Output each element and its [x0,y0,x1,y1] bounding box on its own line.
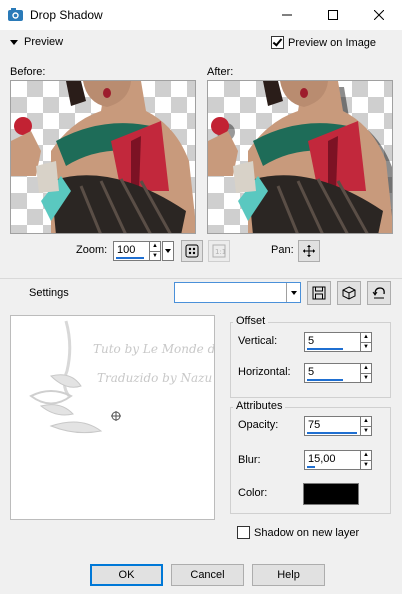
zoom-fit-button[interactable] [181,240,203,262]
zoom-label: Zoom: [76,244,108,256]
shadow-color-swatch[interactable] [303,483,359,505]
app-icon [8,8,23,21]
vertical-label: Vertical: [238,335,278,347]
offset-title: Offset [233,315,269,327]
zoom-actual-size-button[interactable]: 1:1 [208,240,230,262]
blur-slider-bar[interactable] [307,466,315,468]
preset-dropdown-button[interactable] [286,283,300,302]
shadow-direction-canvas[interactable]: Tuto by Le Monde de Bea Traduzido by Naz… [10,315,215,520]
zoom-fit-icon [185,244,199,258]
zoom-value: 100 [117,244,136,256]
reset-icon [372,287,385,299]
preview-on-image-label: Preview on Image [288,36,377,49]
spin-down-icon[interactable]: ▼ [361,459,371,470]
shadow-new-layer-label: Shadow on new layer [254,526,360,539]
preview-on-image-checkbox[interactable]: Preview on Image [271,36,376,49]
blur-spinner[interactable]: ▲ ▼ [360,451,371,469]
checkmark-icon [272,36,283,47]
close-icon [374,10,384,20]
vertical-spinner[interactable]: ▲ ▼ [360,333,371,351]
watermark-line1: Tuto by Le Monde de Bea [93,342,215,356]
after-preview[interactable] [207,80,393,234]
spin-down-icon[interactable]: ▼ [150,250,160,261]
spin-up-icon[interactable]: ▲ [361,417,371,426]
before-label: Before: [10,66,46,78]
opacity-spinner[interactable]: ▲ ▼ [360,417,371,435]
pan-button[interactable] [298,240,320,262]
help-button[interactable]: Help [252,564,325,586]
maximize-button[interactable] [310,0,356,30]
dropdown-arrow-icon [165,249,171,253]
preset-combobox[interactable] [174,282,301,303]
spin-down-icon[interactable]: ▼ [361,372,371,383]
zoom-input[interactable]: 100 ▲ ▼ [113,241,161,261]
opacity-label: Opacity: [238,419,279,431]
spin-up-icon[interactable]: ▲ [361,333,371,342]
cancel-button[interactable]: Cancel [171,564,244,586]
pan-move-icon [303,245,315,257]
vertical-input[interactable]: 5 ▲ ▼ [304,332,372,352]
watermark-line2: Traduzido by Nazu Nobais [97,371,214,385]
preview-toggle[interactable]: Preview [10,36,63,48]
horizontal-value: 5 [308,366,315,378]
spin-up-icon[interactable]: ▲ [361,364,371,373]
horizontal-slider-bar[interactable] [307,379,343,381]
randomize-button[interactable] [337,281,361,305]
checkbox-box [237,526,250,539]
save-preset-button[interactable] [307,281,331,305]
ok-button[interactable]: OK [90,564,163,586]
zoom-dropdown-button[interactable] [162,241,174,261]
zoom-spinner[interactable]: ▲ ▼ [149,242,160,260]
settings-label: Settings [29,287,69,299]
color-label: Color: [238,487,268,499]
after-label: After: [207,66,234,78]
vertical-slider-bar[interactable] [307,348,343,350]
spin-up-icon[interactable]: ▲ [361,451,371,460]
minimize-icon [282,14,292,16]
horizontal-label: Horizontal: [238,366,291,378]
opacity-input[interactable]: 75 ▲ ▼ [304,416,372,436]
dropdown-arrow-icon [290,290,297,295]
attributes-title: Attributes [233,400,286,412]
collapse-arrow-icon [10,39,18,45]
checkbox-box [271,36,284,49]
maximize-icon [328,10,338,20]
blur-value: 15,00 [308,453,336,465]
zoom-slider-bar[interactable] [116,257,144,259]
before-preview[interactable] [10,80,196,234]
pan-label: Pan: [271,244,294,256]
vertical-value: 5 [308,335,315,347]
blur-label: Blur: [238,454,261,466]
blur-input[interactable]: 15,00 ▲ ▼ [304,450,372,470]
window-title: Drop Shadow [30,8,103,22]
before-image [11,81,195,233]
after-image [208,81,392,233]
save-icon [312,286,326,300]
horizontal-spinner[interactable]: ▲ ▼ [360,364,371,382]
spin-down-icon[interactable]: ▼ [361,425,371,436]
close-button[interactable] [356,0,402,30]
opacity-slider-bar[interactable] [307,432,357,434]
spin-up-icon[interactable]: ▲ [150,242,160,251]
horizontal-input[interactable]: 5 ▲ ▼ [304,363,372,383]
reset-button[interactable] [367,281,391,305]
shadow-new-layer-checkbox[interactable]: Shadow on new layer [237,526,359,539]
svg-text:1:1: 1:1 [215,248,226,256]
actual-size-icon: 1:1 [212,244,226,258]
separator [0,278,402,279]
preview-toggle-label: Preview [24,36,64,48]
spin-down-icon[interactable]: ▼ [361,341,371,352]
minimize-button[interactable] [264,0,310,30]
dice-icon [342,286,356,300]
opacity-value: 75 [308,419,321,431]
